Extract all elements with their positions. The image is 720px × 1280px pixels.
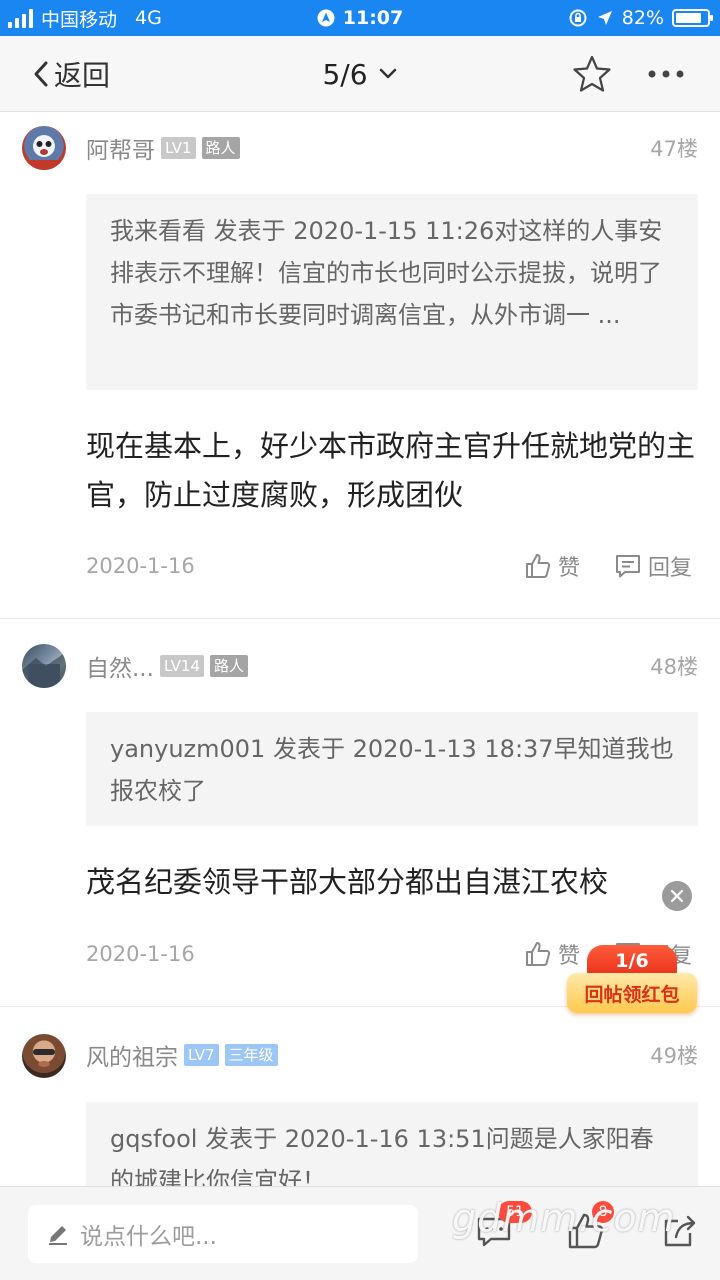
close-icon bbox=[670, 889, 684, 903]
level-badge: LV1 bbox=[161, 137, 196, 159]
reply-label: 回复 bbox=[648, 556, 693, 581]
status-bar: 中国移动 4G 11:07 82% bbox=[0, 0, 720, 36]
username-label: 风的祖宗 bbox=[86, 1045, 178, 1071]
reply-placeholder: 说点什么吧... bbox=[80, 1224, 217, 1250]
avatar[interactable] bbox=[22, 1034, 66, 1078]
avatar[interactable] bbox=[22, 126, 66, 170]
avatar-image bbox=[22, 135, 66, 170]
username[interactable]: 风的祖宗 LV7 三年级 bbox=[86, 1040, 278, 1071]
page-indicator: 5/6 bbox=[322, 57, 368, 91]
title-badge: 路人 bbox=[201, 137, 240, 159]
nav-bar: 返回 5/6 bbox=[0, 36, 720, 112]
thumbs-up-icon bbox=[526, 554, 551, 578]
post-content: 现在基本上，好少本市政府主官升任就地党的主官，防止过度腐败，形成团伙 bbox=[86, 429, 696, 512]
floor-number: 47楼 bbox=[650, 137, 698, 161]
page-selector-wrap: 5/6 bbox=[0, 36, 720, 112]
clock: 11:07 bbox=[342, 7, 404, 29]
post-content: 茂名纪委领导干部大部分都出自湛江农校 bbox=[86, 865, 609, 899]
close-float-button[interactable] bbox=[662, 881, 692, 911]
favorite-star-icon[interactable] bbox=[572, 54, 612, 94]
reply-button[interactable]: 回复 bbox=[614, 550, 692, 582]
floor-number: 48楼 bbox=[650, 655, 698, 679]
status-right: 82% bbox=[568, 0, 713, 36]
username[interactable]: 自然... LV14 路人 bbox=[86, 651, 249, 682]
share-count-badge: 8 bbox=[592, 1201, 614, 1223]
location-icon bbox=[597, 11, 612, 25]
floor-number: 49楼 bbox=[650, 1044, 698, 1068]
avatar-image bbox=[22, 652, 66, 688]
post-47: 阿帮哥 LV1 路人 47楼 我来看看 发表于 2020-1-15 11:26对… bbox=[0, 112, 720, 618]
post-49: 风的祖宗 LV7 三年级 49楼 gqsfool 发表于 2020-1-16 1… bbox=[0, 1018, 720, 1186]
username-label: 阿帮哥 bbox=[86, 138, 155, 164]
navigation-arrow-icon bbox=[317, 9, 335, 27]
level-badge: LV14 bbox=[159, 655, 204, 677]
chevron-down-icon bbox=[379, 68, 396, 79]
title-badge: 三年级 bbox=[224, 1044, 278, 1066]
battery-percent: 82% bbox=[621, 7, 664, 29]
battery-icon bbox=[672, 9, 713, 27]
bottom-bar: 说点什么吧... 51 8 bbox=[0, 1186, 720, 1280]
thumbs-up-icon bbox=[526, 942, 551, 966]
more-options-icon[interactable] bbox=[644, 54, 688, 94]
reply-input[interactable]: 说点什么吧... bbox=[28, 1205, 418, 1263]
quoted-post[interactable]: yanyuzm001 发表于 2020-1-13 18:37早知道我也报农校了 bbox=[86, 712, 698, 826]
share-icon[interactable] bbox=[660, 1211, 700, 1251]
avatar[interactable] bbox=[22, 644, 66, 688]
like-label: 赞 bbox=[558, 556, 581, 581]
post-date: 2020-1-16 bbox=[86, 942, 195, 966]
pencil-icon bbox=[49, 1226, 67, 1245]
red-packet-widget[interactable]: 1/6 回帖领红包 bbox=[567, 945, 697, 1017]
red-packet-label: 回帖领红包 bbox=[567, 973, 697, 1013]
divider bbox=[0, 618, 720, 619]
page-selector[interactable]: 5/6 bbox=[322, 58, 397, 91]
level-badge: LV7 bbox=[184, 1044, 219, 1066]
rotation-lock-icon bbox=[569, 9, 587, 27]
post-date: 2020-1-16 bbox=[86, 554, 195, 578]
quoted-post[interactable]: 我来看看 发表于 2020-1-15 11:26对这样的人事安排表示不理解！信宜… bbox=[86, 194, 698, 390]
comment-icon bbox=[616, 555, 640, 578]
title-badge: 路人 bbox=[210, 655, 249, 677]
like-button[interactable]: 赞 bbox=[524, 550, 580, 582]
username-label: 自然... bbox=[86, 656, 154, 682]
username[interactable]: 阿帮哥 LV1 路人 bbox=[86, 133, 240, 164]
avatar-image bbox=[33, 1049, 55, 1067]
quoted-post[interactable]: gqsfool 发表于 2020-1-16 13:51问题是人家阳春的城建比你信… bbox=[86, 1102, 698, 1186]
comment-count-badge: 51 bbox=[498, 1201, 532, 1223]
